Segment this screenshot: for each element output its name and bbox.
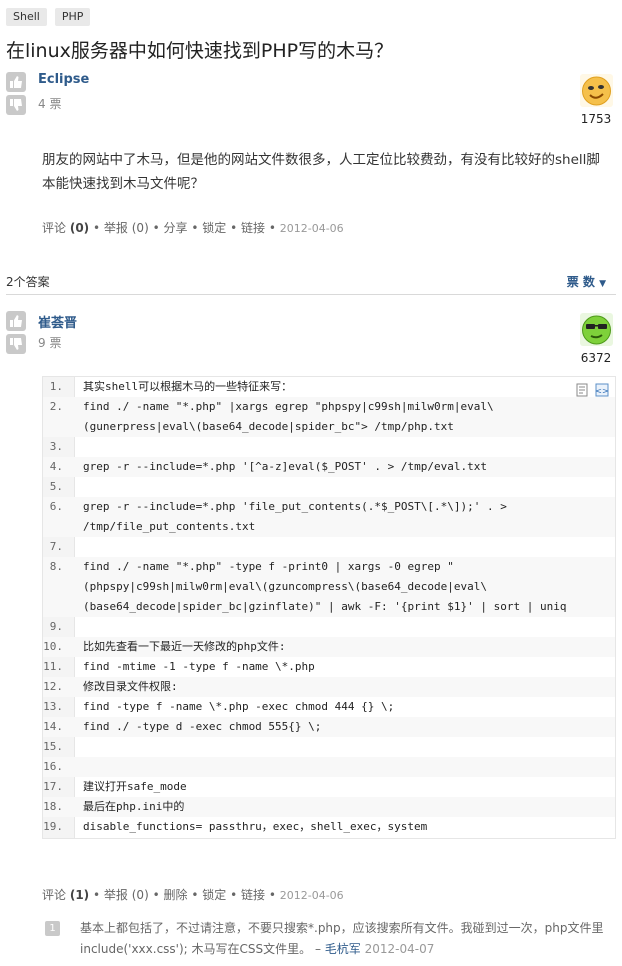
tag-list: Shell PHP — [6, 8, 91, 26]
thumbs-down-icon — [10, 338, 22, 350]
code-line-number: 13. — [43, 700, 63, 713]
sort-by-votes-dropdown[interactable]: 票 数 ▼ — [567, 273, 606, 290]
code-line-text: grep -r --include=*.php 'file_put_conten… — [83, 500, 507, 513]
permalink-link[interactable]: 链接 — [241, 221, 265, 235]
svg-text:<>: <> — [595, 387, 608, 396]
question-author-reputation: 1753 — [580, 112, 612, 126]
permalink-link[interactable]: 链接 — [241, 888, 265, 902]
answer-downvote-button[interactable] — [6, 334, 26, 354]
tag-php[interactable]: PHP — [54, 8, 91, 26]
code-line-number: 1. — [49, 380, 63, 393]
code-line: 8. find ./ -name "*.php" -type f -print0 … — [43, 557, 615, 577]
report-link[interactable]: 举报 (0) — [104, 221, 149, 235]
answer-author-reputation: 6372 — [580, 351, 612, 365]
code-line-text: find ./ -type d -exec chmod 555{} \; — [83, 720, 322, 733]
comment-date: 2012-04-07 — [364, 942, 435, 956]
code-line: (gunerpress|eval\(base64_decode|spider_b… — [43, 417, 615, 437]
code-line: 14. find ./ -type d -exec chmod 555{} \; — [43, 717, 615, 737]
code-line-number: 16. — [43, 760, 63, 773]
code-line: 18. 最后在php.ini中的 — [43, 797, 615, 817]
code-line-text: grep -r --include=*.php '[^a-z]eval($_PO… — [83, 460, 487, 473]
code-line-text: 其实shell可以根据木马的一些特征来写： — [83, 380, 293, 393]
code-line-text: find -mtime -1 -type f -name \*.php — [83, 660, 315, 673]
answer-actions: 评论 (1) • 举报 (0) • 删除 • 锁定 • 链接 • 2012-04… — [42, 888, 344, 902]
question-body: 朋友的网站中了木马，但是他的网站文件数很多，人工定位比较费劲，有没有比较好的sh… — [42, 152, 600, 192]
copy-code-icon[interactable]: <> — [595, 382, 609, 397]
lock-link[interactable]: 锁定 — [202, 888, 226, 902]
thumbs-up-icon — [10, 76, 22, 88]
code-line-number: 17. — [43, 780, 63, 793]
comment-link[interactable]: 评论 (0) — [42, 221, 89, 235]
code-line: 4. grep -r --include=*.php '[^a-z]eval($_… — [43, 457, 615, 477]
code-line-text: /tmp/file_put_contents.txt — [83, 520, 256, 533]
code-line-text: find ./ -name "*.php" |xargs egrep "phps… — [83, 400, 494, 413]
answer-upvote-button[interactable] — [6, 311, 26, 331]
code-line-number: 5. — [49, 480, 63, 493]
downvote-button[interactable] — [6, 95, 26, 115]
question-author-avatar[interactable] — [580, 74, 613, 107]
code-line-number: 11. — [43, 660, 63, 673]
code-line-number: 18. — [43, 800, 63, 813]
code-line-number: 19. — [43, 820, 63, 833]
code-line: 10. 比如先查看一下最近一天修改的php文件: — [43, 637, 615, 657]
code-line: 6. grep -r --include=*.php 'file_put_cont… — [43, 497, 615, 517]
tag-shell[interactable]: Shell — [6, 8, 47, 26]
code-line-text: find -type f -name \*.php -exec chmod 44… — [83, 700, 395, 713]
delete-link[interactable]: 删除 — [163, 888, 187, 902]
code-line-text: 最后在php.ini中的 — [83, 800, 185, 813]
question-actions: 评论 (0) • 举报 (0) • 分享 • 锁定 • 链接 • 2012-04… — [42, 221, 344, 235]
chevron-down-icon: ▼ — [599, 279, 606, 289]
comment-link[interactable]: 评论 (1) — [42, 888, 89, 902]
share-link[interactable]: 分享 — [163, 221, 187, 235]
code-toolbar: <> — [575, 382, 609, 397]
answers-header: 2个答案 票 数 ▼ — [6, 273, 616, 295]
question-author[interactable]: Eclipse — [38, 72, 89, 87]
code-line: (phpspy|c99sh|milw0rm|eval\(gzuncompress… — [43, 577, 615, 597]
code-line: /tmp/file_put_contents.txt — [43, 517, 615, 537]
code-line-text: (base64_decode|spider_bc|gzinflate)" | a… — [83, 600, 567, 613]
code-line-number: 10. — [43, 640, 63, 653]
code-line-number: 6. — [49, 500, 63, 513]
thumbs-up-icon — [10, 315, 22, 327]
comment-author[interactable]: 毛杭军 — [325, 942, 361, 956]
code-block: <> 1. 其实shell可以根据木马的一些特征来写： 2. find ./ -nam… — [42, 376, 616, 839]
code-line: 2. find ./ -name "*.php" |xargs egrep "ph… — [43, 397, 615, 417]
lock-link[interactable]: 锁定 — [202, 221, 226, 235]
report-link[interactable]: 举报 (0) — [104, 888, 149, 902]
code-line: 16. — [43, 757, 615, 777]
code-line-number: 9. — [49, 620, 63, 633]
question-date: 2012-04-06 — [279, 222, 344, 235]
code-line-number: 3. — [49, 440, 63, 453]
question-title[interactable]: 在linux服务器中如何快速找到PHP写的木马？ — [6, 36, 393, 63]
comment-vote-count[interactable]: 1 — [45, 921, 60, 936]
answer-author-avatar[interactable] — [580, 313, 613, 346]
code-line: 12. 修改目录文件权限: — [43, 677, 615, 697]
view-source-icon[interactable] — [575, 382, 589, 397]
code-line-text: 比如先查看一下最近一天修改的php文件: — [83, 640, 286, 653]
code-line-text: 建议打开safe_mode — [83, 780, 187, 793]
code-line-number: 15. — [43, 740, 63, 753]
question-votes: 4 票 — [38, 97, 62, 111]
code-line-text: (gunerpress|eval\(base64_decode|spider_b… — [83, 420, 454, 433]
answers-count: 2个答案 — [6, 275, 50, 289]
code-line-text: disable_functions= passthru，exec，shell_e… — [83, 820, 428, 833]
code-line-number: 7. — [49, 540, 63, 553]
code-line-number: 4. — [49, 460, 63, 473]
code-line: (base64_decode|spider_bc|gzinflate)" | a… — [43, 597, 615, 617]
answer-votes: 9 票 — [38, 336, 62, 350]
code-line-number: 8. — [49, 560, 63, 573]
upvote-button[interactable] — [6, 72, 26, 92]
answer-author[interactable]: 崔荟晋 — [38, 312, 77, 331]
answer-date: 2012-04-06 — [279, 889, 344, 902]
code-line-number: 14. — [43, 720, 63, 733]
code-line-text: (phpspy|c99sh|milw0rm|eval\(gzuncompress… — [83, 580, 487, 593]
code-line-text: find ./ -name "*.php" -type f -print0 | … — [83, 560, 454, 573]
code-line-number: 2. — [49, 400, 63, 413]
code-line-number: 12. — [43, 680, 63, 693]
thumbs-down-icon — [10, 99, 22, 111]
code-line-text: 修改目录文件权限: — [83, 680, 178, 693]
